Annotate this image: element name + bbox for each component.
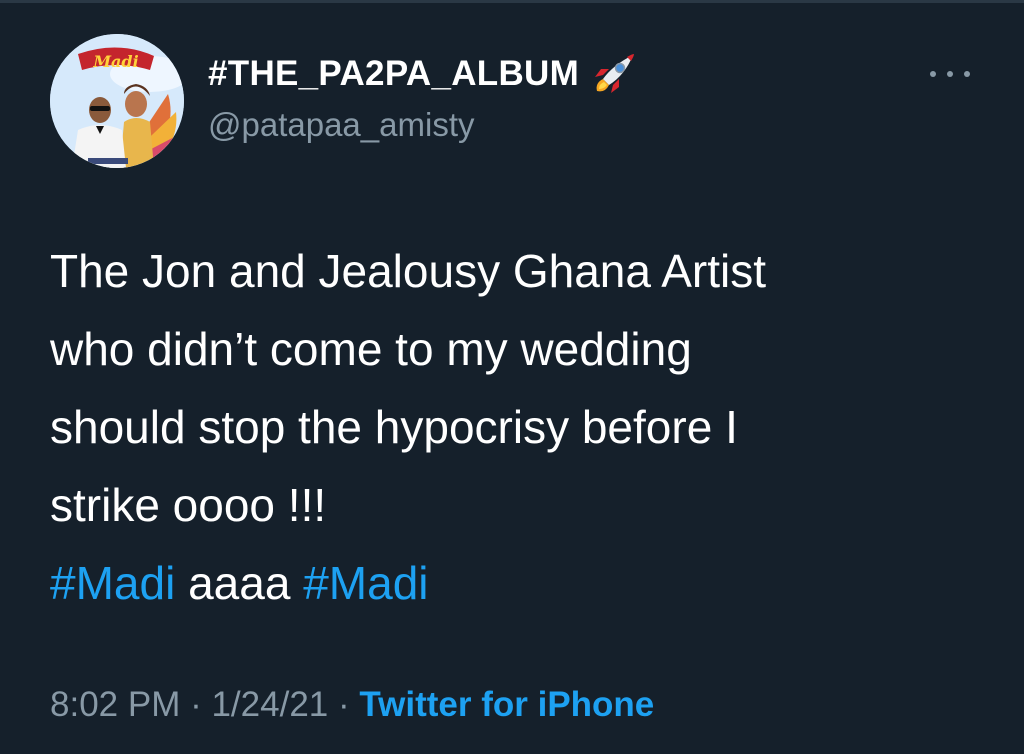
meta-separator: · [180, 685, 212, 724]
hashtag-link[interactable]: #Madi [50, 557, 175, 609]
tweet-source-link[interactable]: Twitter for iPhone [359, 685, 654, 724]
avatar-logo-text: Madi [92, 52, 138, 71]
tweet-text-line: who didn’t come to my wedding [50, 323, 692, 375]
more-horizontal-icon [930, 71, 936, 77]
tweet-time[interactable]: 8:02 PM [50, 685, 180, 724]
tweet-date[interactable]: 1/24/21 [211, 685, 328, 724]
display-name[interactable]: #THE_PA2PA_ALBUM [208, 54, 579, 94]
avatar-image: Madi [50, 34, 184, 168]
more-options-button[interactable] [930, 62, 970, 86]
avatar[interactable]: Madi [50, 34, 184, 168]
tweet-text: The Jon and Jealousy Ghana Artist who di… [50, 232, 1000, 622]
tweet-text-line: The Jon and Jealousy Ghana Artist [50, 245, 766, 297]
more-dot [964, 71, 970, 77]
display-name-row[interactable]: #THE_PA2PA_ALBUM [208, 52, 639, 96]
tweet-text-line: should stop the hypocrisy before I [50, 401, 738, 453]
tweet-text-line: strike oooo !!! [50, 479, 327, 531]
hashtag-link[interactable]: #Madi [303, 557, 428, 609]
meta-separator: · [328, 685, 360, 724]
more-dot [947, 71, 953, 77]
rocket-icon [589, 49, 639, 99]
tweet-text-fragment: aaaa [175, 557, 304, 609]
tweet-meta: 8:02 PM · 1/24/21 · Twitter for iPhone [50, 685, 654, 725]
tweet-card: Madi #THE_PA2PA_ALBUM @patapaa_amisty Th… [0, 0, 1024, 754]
hashtag-line: #Madi aaaa #Madi [50, 544, 1000, 622]
user-handle[interactable]: @patapaa_amisty [208, 106, 474, 144]
